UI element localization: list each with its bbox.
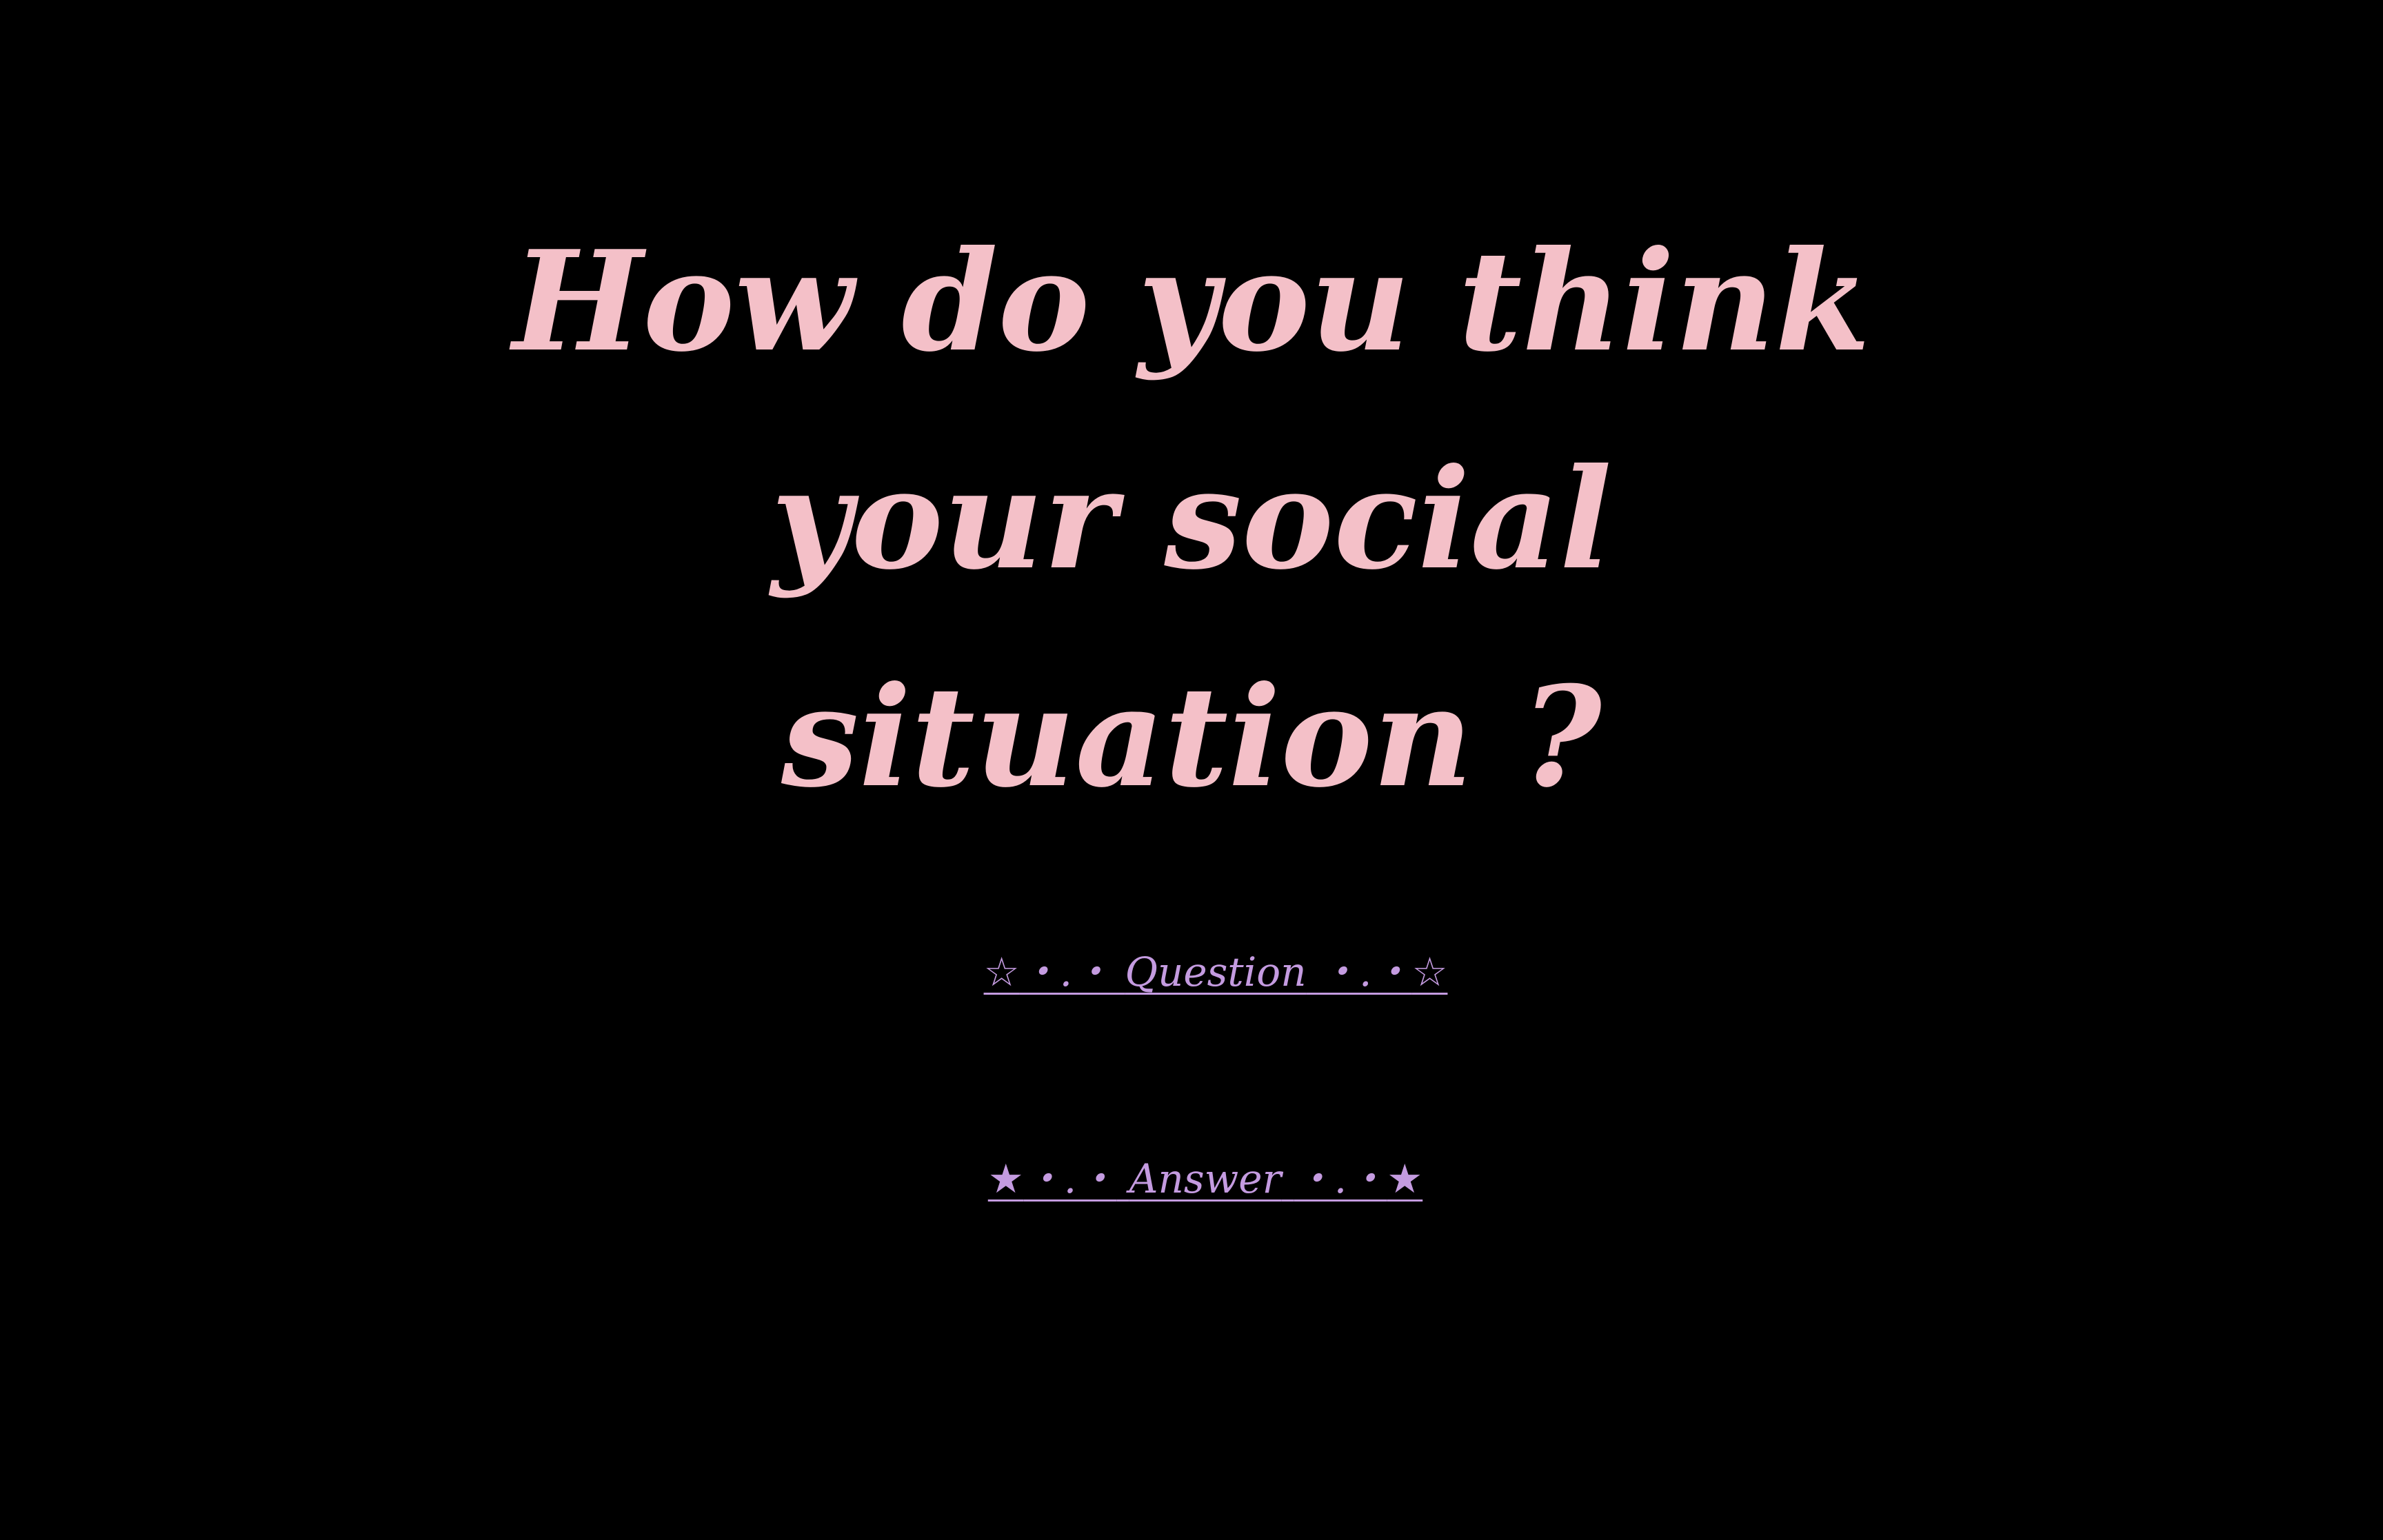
answer-suffix-dots: ・.・ bbox=[1294, 1155, 1387, 1202]
answer-link[interactable]: ★・.・ Answer ・.・★ bbox=[988, 1151, 1422, 1206]
page-background: How do you think your social situation ?… bbox=[0, 0, 2383, 1540]
question-prefix-dots: ・.・ bbox=[1019, 949, 1112, 995]
question-heading: How do you think your social situation ? bbox=[0, 193, 2383, 847]
question-suffix-dots: ・.・ bbox=[1319, 949, 1412, 995]
question-link[interactable]: ☆・.・ Question ・.・☆ bbox=[984, 944, 1448, 1000]
filled-star-icon: ★ bbox=[1387, 1155, 1423, 1202]
heading-line-3: situation ? bbox=[781, 656, 1602, 818]
question-link-label: Question bbox=[1125, 949, 1307, 995]
outline-star-icon: ☆ bbox=[983, 949, 1020, 995]
answer-prefix-dots: ・.・ bbox=[1023, 1155, 1117, 1202]
filled-star-icon: ★ bbox=[987, 1155, 1024, 1202]
heading-line-2: your social bbox=[771, 438, 1612, 600]
answer-link-row: ★・.・ Answer ・.・★ bbox=[0, 1151, 2383, 1206]
outline-star-icon: ☆ bbox=[1411, 949, 1448, 995]
question-link-row: ☆・.・ Question ・.・☆ bbox=[0, 944, 2383, 1000]
answer-link-label: Answer bbox=[1129, 1155, 1282, 1202]
heading-line-1: How do you think bbox=[512, 221, 1871, 383]
